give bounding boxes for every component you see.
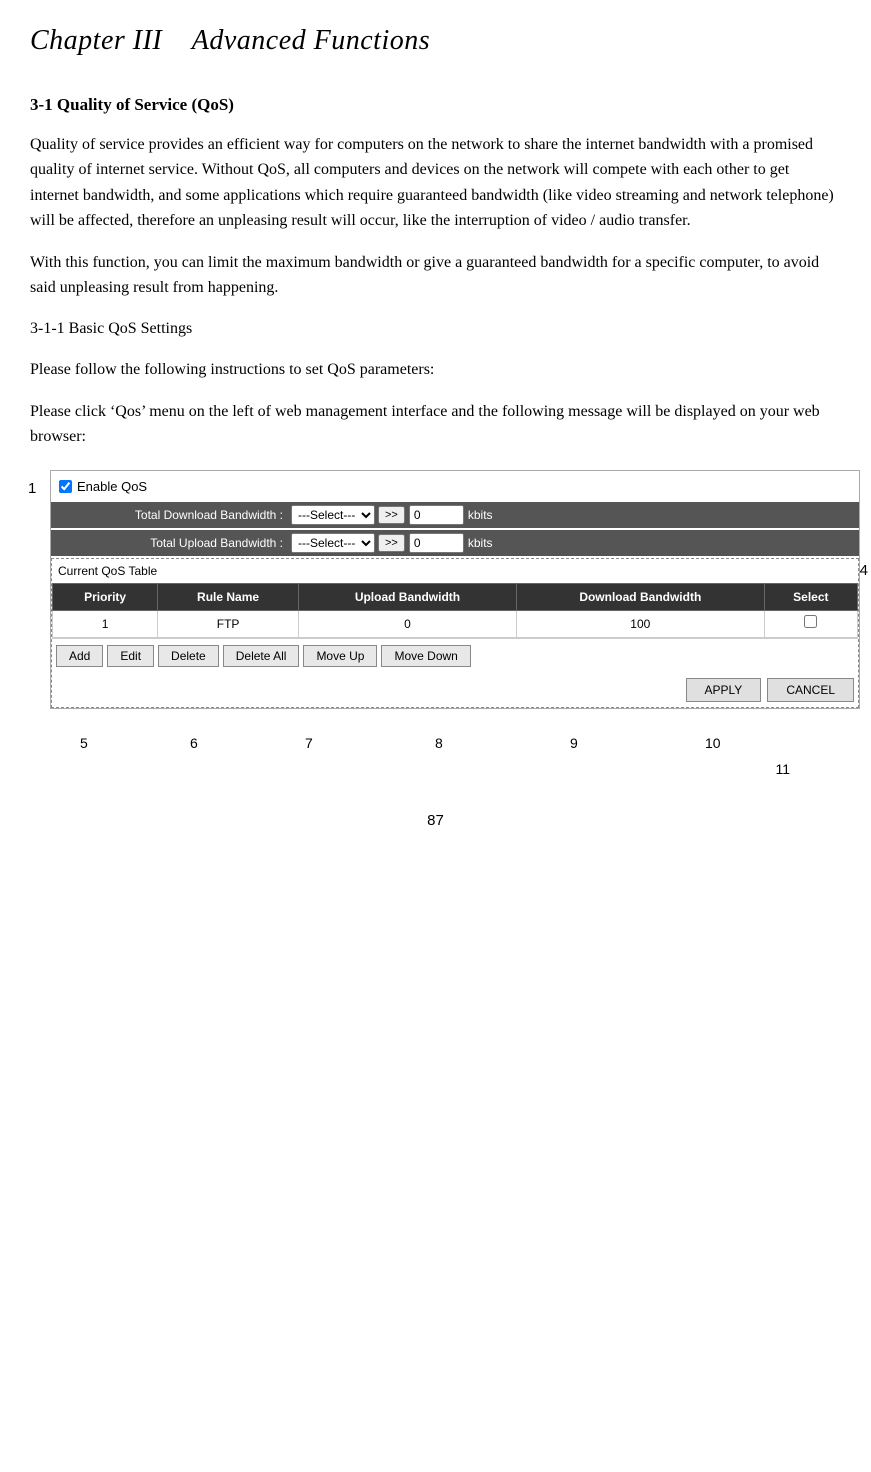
row-select[interactable]: [764, 611, 857, 638]
enable-qos-checkbox[interactable]: [59, 480, 72, 493]
instruction-1: Please follow the following instructions…: [30, 357, 841, 383]
upload-select[interactable]: ---Select---: [291, 533, 375, 553]
upload-label: Total Upload Bandwidth :: [51, 534, 291, 552]
download-bandwidth-row: Total Download Bandwidth : ---Select--- …: [51, 502, 859, 528]
qos-apply-row: APPLY CANCEL: [52, 673, 858, 707]
download-kbits-label: kbits: [468, 506, 493, 524]
row-rule-name: FTP: [158, 611, 299, 638]
download-value-input[interactable]: [409, 505, 464, 525]
col-rule-name: Rule Name: [158, 584, 299, 611]
col-upload-bw: Upload Bandwidth: [298, 584, 516, 611]
upload-bandwidth-row: Total Upload Bandwidth : ---Select--- >>…: [51, 530, 859, 556]
row-upload-bw: 0: [298, 611, 516, 638]
upload-arrow-button[interactable]: >>: [378, 534, 405, 552]
section-heading: 3-1 Quality of Service (QoS): [30, 92, 841, 118]
body-paragraph-1: Quality of service provides an efficient…: [30, 132, 841, 234]
add-button[interactable]: Add: [56, 645, 103, 667]
download-select[interactable]: ---Select---: [291, 505, 375, 525]
body-paragraph-2: With this function, you can limit the ma…: [30, 250, 841, 301]
instruction-2: Please click ‘Qos’ menu on the left of w…: [30, 399, 841, 450]
subsection-heading: 3-1-1 Basic QoS Settings: [30, 317, 841, 341]
enable-qos-row: Enable QoS: [51, 471, 859, 503]
upload-kbits-label: kbits: [468, 534, 493, 552]
upload-value-input[interactable]: [409, 533, 464, 553]
chapter-label: Chapter III: [30, 25, 162, 56]
qos-table-title: Current QoS Table: [52, 559, 858, 583]
enable-qos-label: Enable QoS: [77, 477, 147, 497]
annotation-7: 7: [305, 733, 313, 754]
row-priority: 1: [53, 611, 158, 638]
annotation-5: 5: [80, 733, 88, 754]
section-heading-text: 3-1 Quality of Service (QoS): [30, 95, 234, 114]
move-up-button[interactable]: Move Up: [303, 645, 377, 667]
annotation-4: 4: [860, 560, 868, 583]
row-select-checkbox[interactable]: [804, 615, 817, 628]
table-row: 1 FTP 0 100: [53, 611, 858, 638]
qos-table: Priority Rule Name Upload Bandwidth Down…: [52, 583, 858, 638]
annotation-11: 11: [775, 759, 790, 780]
annotation-10: 10: [705, 733, 721, 754]
delete-all-button[interactable]: Delete All: [223, 645, 300, 667]
qos-table-section: Current QoS Table Priority Rule Name Upl…: [51, 558, 859, 708]
page-number: 87: [30, 810, 841, 833]
delete-button[interactable]: Delete: [158, 645, 219, 667]
qos-widget: Enable QoS Total Download Bandwidth : --…: [50, 470, 860, 710]
annotation-6: 6: [190, 733, 198, 754]
qos-buttons-row: Add Edit Delete Delete All Move Up Move …: [52, 638, 858, 673]
edit-button[interactable]: Edit: [107, 645, 154, 667]
annotation-8: 8: [435, 733, 443, 754]
row-download-bw: 100: [516, 611, 764, 638]
col-select: Select: [764, 584, 857, 611]
apply-button[interactable]: APPLY: [686, 678, 762, 702]
download-label: Total Download Bandwidth :: [51, 506, 291, 524]
col-download-bw: Download Bandwidth: [516, 584, 764, 611]
download-arrow-button[interactable]: >>: [378, 506, 405, 524]
page-title: Chapter III Advanced Functions: [30, 20, 841, 62]
cancel-button[interactable]: CANCEL: [767, 678, 854, 702]
col-priority: Priority: [53, 584, 158, 611]
annotation-1: 1: [28, 478, 36, 501]
move-down-button[interactable]: Move Down: [381, 645, 470, 667]
title-label: Advanced Functions: [192, 25, 430, 56]
annotation-9: 9: [570, 733, 578, 754]
